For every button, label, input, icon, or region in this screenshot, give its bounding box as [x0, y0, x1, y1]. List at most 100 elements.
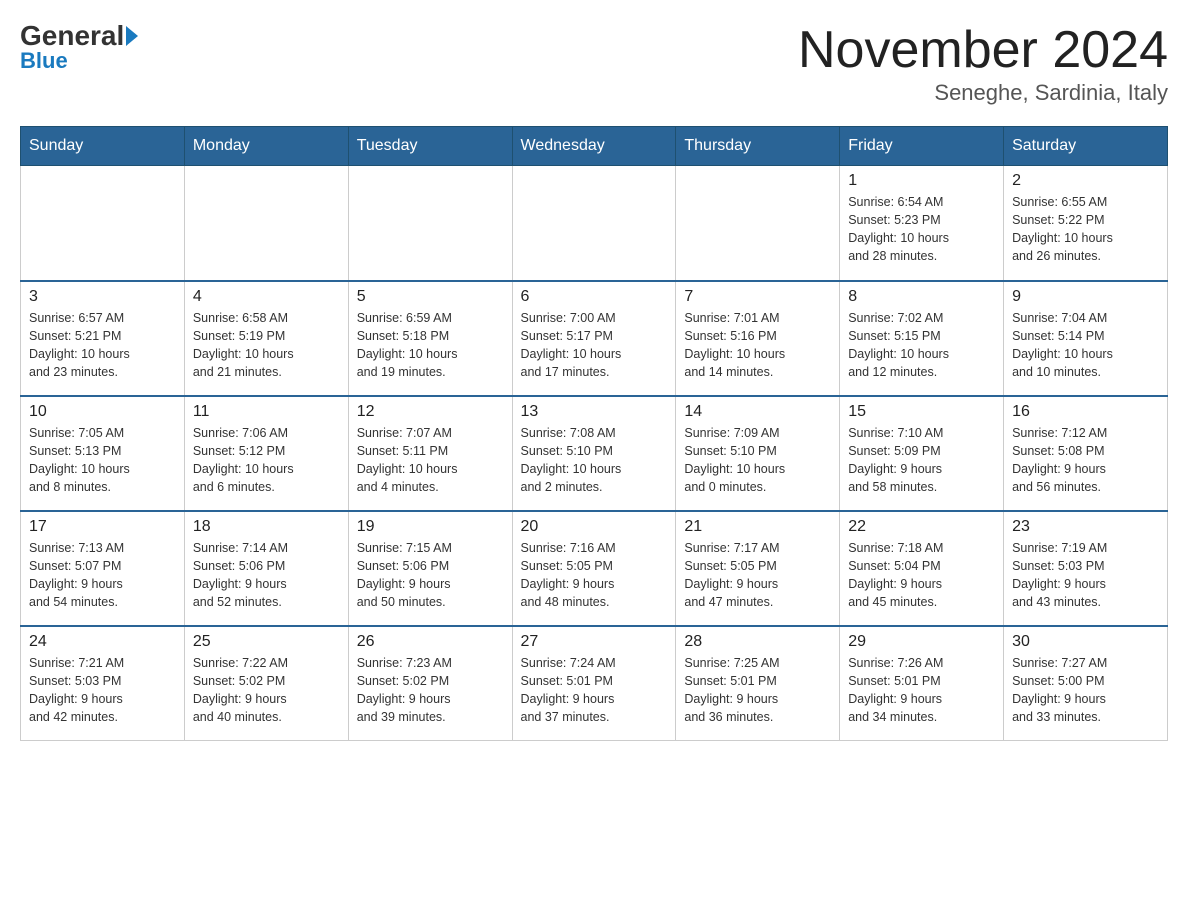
calendar-cell [21, 166, 185, 281]
calendar-header-monday: Monday [184, 127, 348, 166]
calendar-cell: 8 Sunrise: 7:02 AMSunset: 5:15 PMDaylight… [840, 281, 1004, 396]
calendar-table: SundayMondayTuesdayWednesdayThursdayFrid… [20, 126, 1168, 741]
day-info: Sunrise: 7:19 AMSunset: 5:03 PMDaylight:… [1012, 539, 1159, 612]
day-info: Sunrise: 7:01 AMSunset: 5:16 PMDaylight:… [684, 309, 831, 382]
day-info: Sunrise: 6:58 AMSunset: 5:19 PMDaylight:… [193, 309, 340, 382]
calendar-cell: 13 Sunrise: 7:08 AMSunset: 5:10 PMDayligh… [512, 396, 676, 511]
calendar-cell: 7 Sunrise: 7:01 AMSunset: 5:16 PMDaylight… [676, 281, 840, 396]
day-info: Sunrise: 7:00 AMSunset: 5:17 PMDaylight:… [521, 309, 668, 382]
day-info: Sunrise: 7:22 AMSunset: 5:02 PMDaylight:… [193, 654, 340, 727]
logo-arrow-icon [126, 26, 138, 46]
page-header: General Blue November 2024 Seneghe, Sard… [20, 20, 1168, 106]
calendar-cell: 24Sunrise: 7:21 AMSunset: 5:03 PMDayligh… [21, 626, 185, 741]
calendar-cell: 5 Sunrise: 6:59 AMSunset: 5:18 PMDaylight… [348, 281, 512, 396]
week-row-5: 24Sunrise: 7:21 AMSunset: 5:03 PMDayligh… [21, 626, 1168, 741]
calendar-cell: 21 Sunrise: 7:17 AMSunset: 5:05 PMDayligh… [676, 511, 840, 626]
day-info: Sunrise: 7:04 AMSunset: 5:14 PMDaylight:… [1012, 309, 1159, 382]
month-title: November 2024 [798, 20, 1168, 80]
day-number: 10 [29, 403, 176, 421]
day-number: 18 [193, 518, 340, 536]
day-number: 24 [29, 633, 176, 651]
day-number: 22 [848, 518, 995, 536]
day-number: 7 [684, 288, 831, 306]
day-number: 5 [357, 288, 504, 306]
day-info: Sunrise: 7:05 AMSunset: 5:13 PMDaylight:… [29, 424, 176, 497]
day-number: 16 [1012, 403, 1159, 421]
calendar-cell: 17 Sunrise: 7:13 AMSunset: 5:07 PMDayligh… [21, 511, 185, 626]
calendar-cell [676, 166, 840, 281]
calendar-cell: 14 Sunrise: 7:09 AMSunset: 5:10 PMDayligh… [676, 396, 840, 511]
calendar-cell: 6 Sunrise: 7:00 AMSunset: 5:17 PMDaylight… [512, 281, 676, 396]
day-info: Sunrise: 6:57 AMSunset: 5:21 PMDaylight:… [29, 309, 176, 382]
day-number: 11 [193, 403, 340, 421]
calendar-cell: 4Sunrise: 6:58 AMSunset: 5:19 PMDaylight… [184, 281, 348, 396]
week-row-3: 10 Sunrise: 7:05 AMSunset: 5:13 PMDayligh… [21, 396, 1168, 511]
calendar-cell: 16 Sunrise: 7:12 AMSunset: 5:08 PMDayligh… [1004, 396, 1168, 511]
calendar-cell: 1 Sunrise: 6:54 AMSunset: 5:23 PMDaylight… [840, 166, 1004, 281]
calendar-cell: 19 Sunrise: 7:15 AMSunset: 5:06 PMDayligh… [348, 511, 512, 626]
calendar-header-saturday: Saturday [1004, 127, 1168, 166]
day-number: 6 [521, 288, 668, 306]
day-number: 27 [521, 633, 668, 651]
day-number: 13 [521, 403, 668, 421]
calendar-cell: 29Sunrise: 7:26 AMSunset: 5:01 PMDayligh… [840, 626, 1004, 741]
day-info: Sunrise: 7:13 AMSunset: 5:07 PMDaylight:… [29, 539, 176, 612]
day-number: 23 [1012, 518, 1159, 536]
day-info: Sunrise: 7:27 AMSunset: 5:00 PMDaylight:… [1012, 654, 1159, 727]
day-info: Sunrise: 7:12 AMSunset: 5:08 PMDaylight:… [1012, 424, 1159, 497]
day-number: 25 [193, 633, 340, 651]
day-info: Sunrise: 7:14 AMSunset: 5:06 PMDaylight:… [193, 539, 340, 612]
day-number: 21 [684, 518, 831, 536]
calendar-cell: 10 Sunrise: 7:05 AMSunset: 5:13 PMDayligh… [21, 396, 185, 511]
day-number: 3 [29, 288, 176, 306]
calendar-header-row: SundayMondayTuesdayWednesdayThursdayFrid… [21, 127, 1168, 166]
calendar-cell: 28 Sunrise: 7:25 AMSunset: 5:01 PMDayligh… [676, 626, 840, 741]
calendar-header-tuesday: Tuesday [348, 127, 512, 166]
day-number: 26 [357, 633, 504, 651]
week-row-1: 1 Sunrise: 6:54 AMSunset: 5:23 PMDaylight… [21, 166, 1168, 281]
calendar-cell [184, 166, 348, 281]
day-info: Sunrise: 7:23 AMSunset: 5:02 PMDaylight:… [357, 654, 504, 727]
day-info: Sunrise: 7:15 AMSunset: 5:06 PMDaylight:… [357, 539, 504, 612]
calendar-header-sunday: Sunday [21, 127, 185, 166]
calendar-cell: 18 Sunrise: 7:14 AMSunset: 5:06 PMDayligh… [184, 511, 348, 626]
calendar-cell: 26 Sunrise: 7:23 AMSunset: 5:02 PMDayligh… [348, 626, 512, 741]
day-info: Sunrise: 7:08 AMSunset: 5:10 PMDaylight:… [521, 424, 668, 497]
day-info: Sunrise: 6:54 AMSunset: 5:23 PMDaylight:… [848, 193, 995, 266]
calendar-cell: 9 Sunrise: 7:04 AMSunset: 5:14 PMDaylight… [1004, 281, 1168, 396]
calendar-cell: 25 Sunrise: 7:22 AMSunset: 5:02 PMDayligh… [184, 626, 348, 741]
day-number: 14 [684, 403, 831, 421]
day-number: 8 [848, 288, 995, 306]
day-number: 19 [357, 518, 504, 536]
day-number: 1 [848, 172, 995, 190]
calendar-cell: 22 Sunrise: 7:18 AMSunset: 5:04 PMDayligh… [840, 511, 1004, 626]
day-info: Sunrise: 7:10 AMSunset: 5:09 PMDaylight:… [848, 424, 995, 497]
day-info: Sunrise: 7:25 AMSunset: 5:01 PMDaylight:… [684, 654, 831, 727]
calendar-cell: 3 Sunrise: 6:57 AMSunset: 5:21 PMDaylight… [21, 281, 185, 396]
day-number: 30 [1012, 633, 1159, 651]
day-number: 17 [29, 518, 176, 536]
day-info: Sunrise: 6:55 AMSunset: 5:22 PMDaylight:… [1012, 193, 1159, 266]
calendar-cell: 12 Sunrise: 7:07 AMSunset: 5:11 PMDayligh… [348, 396, 512, 511]
day-info: Sunrise: 7:07 AMSunset: 5:11 PMDaylight:… [357, 424, 504, 497]
day-info: Sunrise: 6:59 AMSunset: 5:18 PMDaylight:… [357, 309, 504, 382]
day-number: 12 [357, 403, 504, 421]
calendar-cell: 15Sunrise: 7:10 AMSunset: 5:09 PMDayligh… [840, 396, 1004, 511]
week-row-2: 3 Sunrise: 6:57 AMSunset: 5:21 PMDaylight… [21, 281, 1168, 396]
calendar-header-wednesday: Wednesday [512, 127, 676, 166]
day-info: Sunrise: 7:16 AMSunset: 5:05 PMDaylight:… [521, 539, 668, 612]
day-info: Sunrise: 7:02 AMSunset: 5:15 PMDaylight:… [848, 309, 995, 382]
day-info: Sunrise: 7:09 AMSunset: 5:10 PMDaylight:… [684, 424, 831, 497]
day-number: 28 [684, 633, 831, 651]
logo: General Blue [20, 20, 138, 74]
day-number: 29 [848, 633, 995, 651]
title-section: November 2024 Seneghe, Sardinia, Italy [798, 20, 1168, 106]
calendar-cell: 23 Sunrise: 7:19 AMSunset: 5:03 PMDayligh… [1004, 511, 1168, 626]
calendar-cell: 27Sunrise: 7:24 AMSunset: 5:01 PMDayligh… [512, 626, 676, 741]
day-info: Sunrise: 7:17 AMSunset: 5:05 PMDaylight:… [684, 539, 831, 612]
week-row-4: 17 Sunrise: 7:13 AMSunset: 5:07 PMDayligh… [21, 511, 1168, 626]
day-number: 9 [1012, 288, 1159, 306]
day-info: Sunrise: 7:18 AMSunset: 5:04 PMDaylight:… [848, 539, 995, 612]
calendar-cell: 30 Sunrise: 7:27 AMSunset: 5:00 PMDayligh… [1004, 626, 1168, 741]
calendar-cell: 11Sunrise: 7:06 AMSunset: 5:12 PMDayligh… [184, 396, 348, 511]
